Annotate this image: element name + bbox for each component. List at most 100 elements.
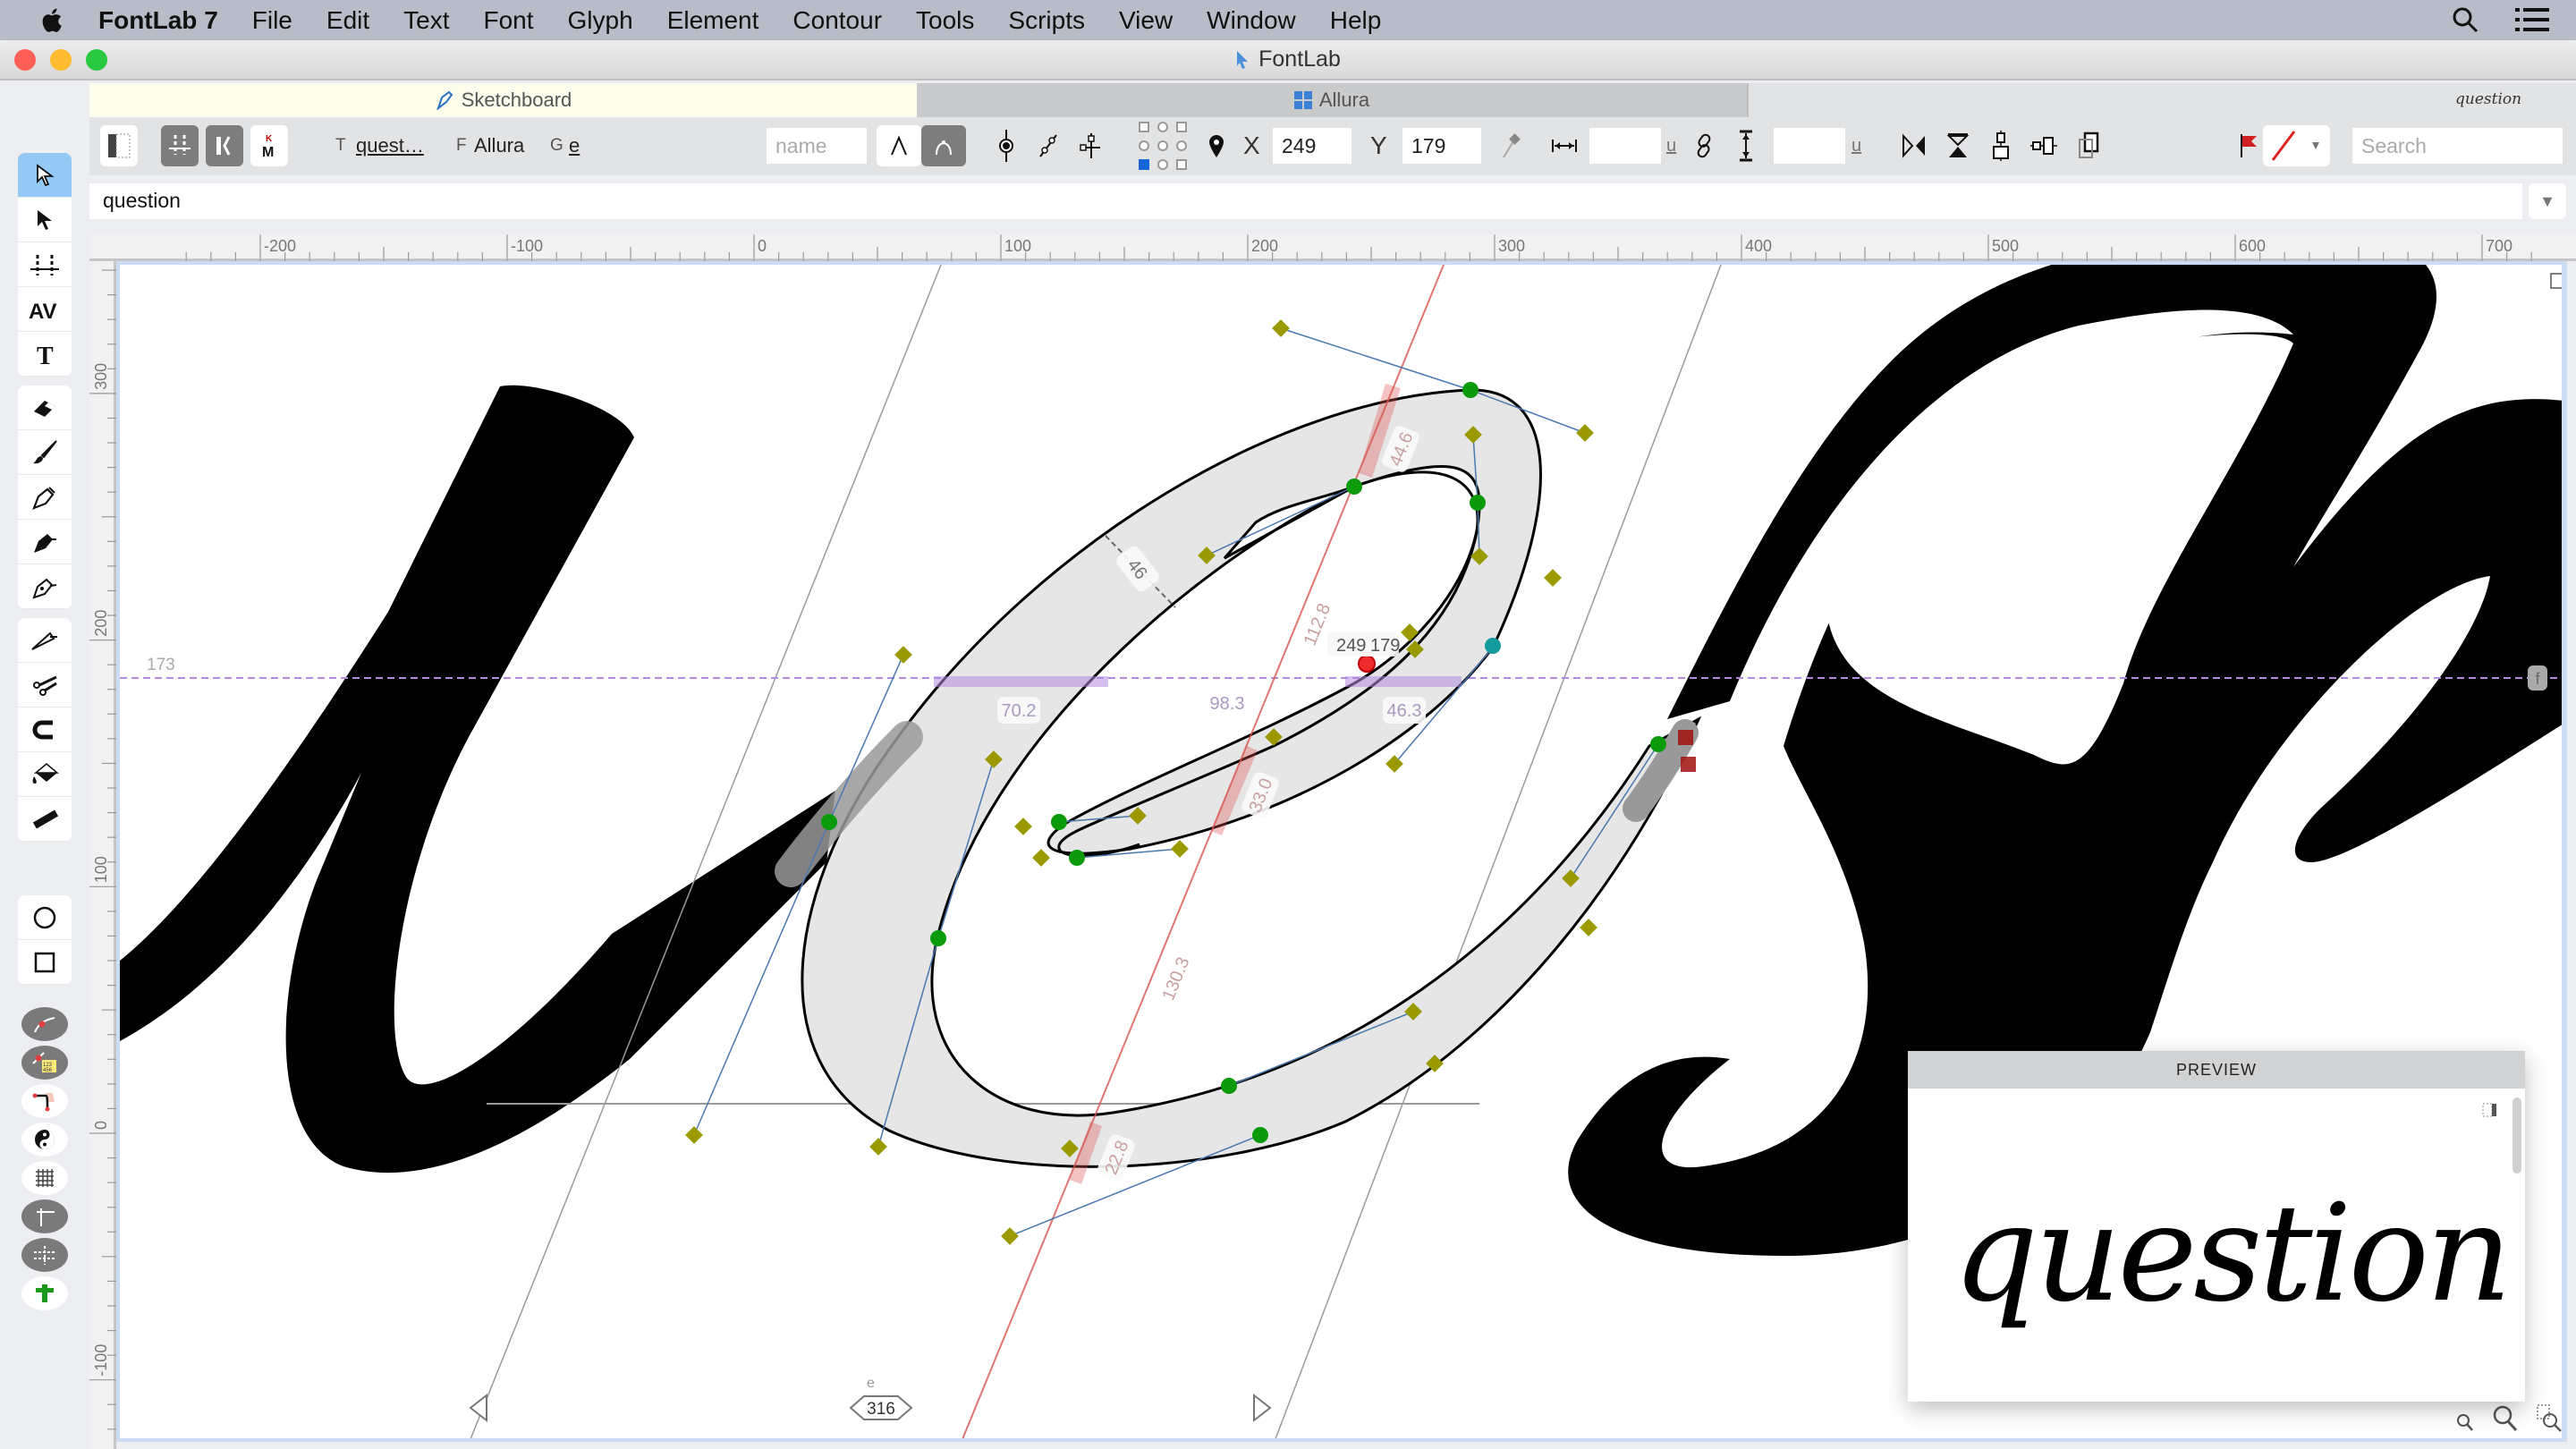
glyph-field[interactable]: e <box>569 125 580 166</box>
text-line-input[interactable]: question <box>89 183 2522 219</box>
preview-scrollbar[interactable] <box>2512 1097 2521 1174</box>
kerning-mode-button[interactable] <box>206 125 243 166</box>
menu-glyph[interactable]: Glyph <box>568 6 633 35</box>
apple-menu-icon[interactable] <box>38 5 68 36</box>
menu-view[interactable]: View <box>1119 6 1173 35</box>
text-line-dropdown[interactable]: ▼ <box>2529 183 2566 219</box>
handle-node[interactable] <box>1544 569 1562 587</box>
grid-toggle[interactable] <box>21 1161 68 1195</box>
handle-node[interactable] <box>1014 818 1032 835</box>
menu-text[interactable]: Text <box>403 6 449 35</box>
menu-help[interactable]: Help <box>1330 6 1382 35</box>
sidebar-toggle-button[interactable] <box>100 125 138 166</box>
link-dimensions-button[interactable] <box>1690 125 1717 166</box>
menu-font[interactable]: Font <box>484 6 534 35</box>
left-sidebearing-marker[interactable] <box>469 1393 487 1423</box>
handle-node[interactable] <box>1576 424 1594 442</box>
corner-node-button[interactable] <box>877 125 921 166</box>
menu-window[interactable]: Window <box>1207 6 1296 35</box>
handle-tool-button[interactable] <box>1035 125 1062 166</box>
selected-node[interactable] <box>1358 655 1376 673</box>
minimize-window-button[interactable] <box>50 49 72 71</box>
smooth-node[interactable] <box>930 930 946 946</box>
handle-node[interactable] <box>1032 849 1050 867</box>
handle-node[interactable] <box>1001 1227 1019 1245</box>
smooth-node-button[interactable] <box>921 125 966 166</box>
align-center-button[interactable] <box>1987 125 2014 166</box>
handle-node[interactable] <box>685 1126 703 1144</box>
fill-tool[interactable] <box>18 752 72 797</box>
metrics-lines-toggle[interactable] <box>21 1238 68 1272</box>
brush-tool[interactable] <box>18 430 72 475</box>
handle-node[interactable] <box>1385 755 1403 773</box>
zoom-window-button[interactable] <box>86 49 107 71</box>
kerning-tool[interactable]: AV <box>18 287 72 332</box>
snap-toggle[interactable] <box>21 1276 68 1310</box>
height-input[interactable] <box>1774 128 1845 164</box>
smooth-node[interactable] <box>821 814 837 830</box>
handle-node[interactable] <box>894 646 912 664</box>
tangent-node[interactable] <box>1485 638 1501 654</box>
zoom-out-icon[interactable] <box>2456 1413 2474 1433</box>
width-unit[interactable]: u <box>1666 125 1676 166</box>
handle-node[interactable] <box>1272 319 1290 337</box>
contour-tool[interactable] <box>18 153 72 198</box>
glyph-e-outline[interactable] <box>801 388 1702 1168</box>
ruler-tool[interactable] <box>18 797 72 842</box>
panel-toggle-icon[interactable] <box>2482 1103 2498 1117</box>
lock-node-button[interactable] <box>1498 125 1525 166</box>
smooth-node[interactable] <box>1252 1127 1268 1143</box>
height-unit[interactable]: u <box>1852 125 1861 166</box>
menu-file[interactable]: File <box>252 6 292 35</box>
app-menu[interactable]: FontLab 7 <box>98 6 218 35</box>
y-coordinate-input[interactable]: 179 <box>1402 128 1481 164</box>
fill-preview-toggle[interactable] <box>21 1123 68 1157</box>
menu-tools[interactable]: Tools <box>916 6 974 35</box>
insert-node-button[interactable] <box>1076 125 1103 166</box>
smooth-node[interactable] <box>1462 382 1479 398</box>
horizontal-ruler[interactable]: -200 -100 0 100 200 300 400 500 600 700 <box>89 234 2576 261</box>
zoom-in-icon[interactable] <box>2492 1404 2519 1433</box>
smooth-node[interactable] <box>1069 850 1085 866</box>
magnet-tool[interactable] <box>18 708 72 752</box>
ellipse-tool[interactable] <box>18 895 72 940</box>
font-field[interactable]: Allura <box>474 125 524 166</box>
scissors-tool[interactable] <box>18 663 72 708</box>
rectangle-tool[interactable] <box>18 940 72 985</box>
smooth-node[interactable] <box>1346 479 1362 495</box>
metrics-tool[interactable] <box>18 242 72 287</box>
search-input[interactable]: Search <box>2352 128 2563 164</box>
node-type-button[interactable] <box>993 125 1020 166</box>
flip-vertical-button[interactable] <box>1945 125 1971 166</box>
control-center-icon[interactable] <box>2515 6 2549 33</box>
anchor-alignment-grid[interactable] <box>1136 121 1190 171</box>
node-name-input[interactable]: name <box>767 128 867 164</box>
width-input[interactable] <box>1589 128 1661 164</box>
metrics-mode-button[interactable] <box>161 125 199 166</box>
align-middle-button[interactable] <box>2030 125 2057 166</box>
show-curvature-toggle[interactable] <box>21 1084 68 1118</box>
note-icon[interactable] <box>2550 273 2565 289</box>
x-coordinate-input[interactable]: 249 <box>1273 128 1352 164</box>
selected-square-node[interactable] <box>1681 757 1696 772</box>
zoom-to-fit-icon[interactable] <box>2537 1404 2563 1433</box>
smooth-node[interactable] <box>1221 1078 1237 1094</box>
menu-edit[interactable]: Edit <box>326 6 369 35</box>
smooth-node[interactable] <box>1470 495 1486 511</box>
tab-allura[interactable]: Allura <box>917 83 1749 117</box>
spotlight-search-icon[interactable] <box>2451 5 2479 34</box>
pen-tool[interactable] <box>18 564 72 609</box>
menu-element[interactable]: Element <box>667 6 759 35</box>
flip-horizontal-button[interactable] <box>1901 125 1928 166</box>
eraser-tool[interactable] <box>18 386 72 430</box>
rapidograph-tool[interactable] <box>18 520 72 564</box>
element-tool[interactable] <box>18 198 72 242</box>
smooth-node[interactable] <box>1051 814 1067 830</box>
handle-node[interactable] <box>1171 840 1189 858</box>
kerning-classes-button[interactable]: KM <box>250 125 288 166</box>
color-mark-dropdown[interactable] <box>2263 125 2330 166</box>
copy-transform-button[interactable] <box>2075 125 2102 166</box>
text-tool[interactable]: T <box>18 332 72 377</box>
pin-button[interactable] <box>1203 125 1230 166</box>
close-window-button[interactable] <box>14 49 36 71</box>
